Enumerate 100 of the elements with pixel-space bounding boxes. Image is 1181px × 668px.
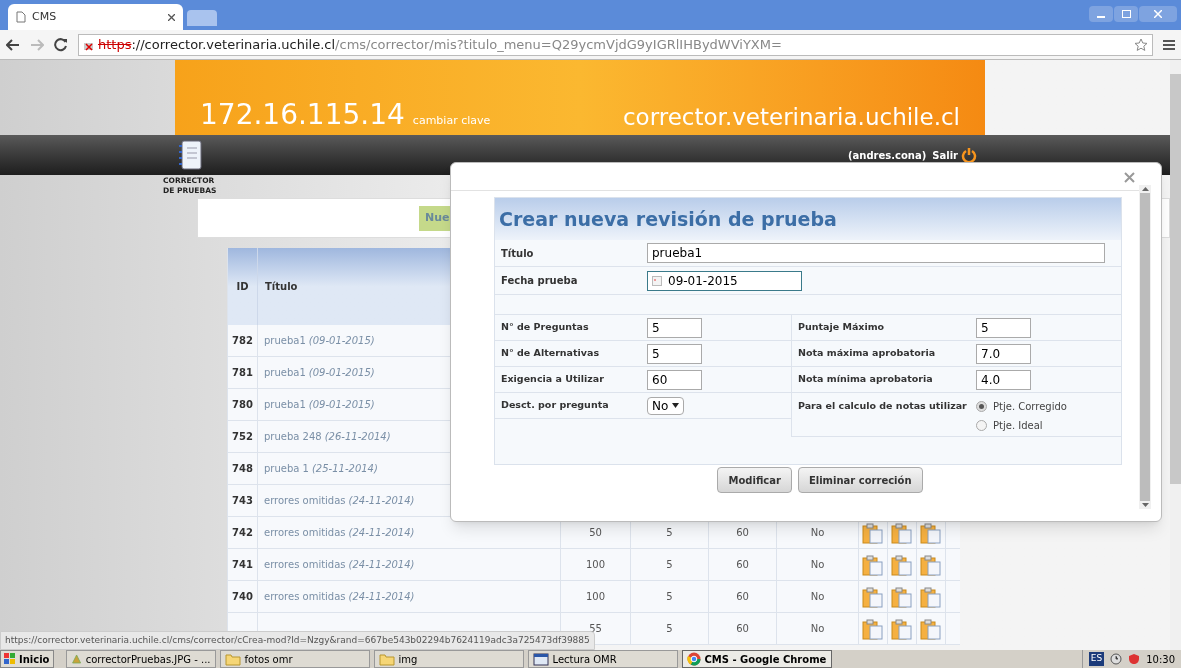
row-id: 748 bbox=[232, 462, 253, 476]
image-file-icon bbox=[70, 652, 82, 666]
server-ip: 172.16.115.14 bbox=[200, 101, 405, 129]
clipboard-icon[interactable] bbox=[891, 553, 913, 576]
start-button[interactable]: Inicio bbox=[0, 650, 54, 668]
taskbar-item[interactable]: Lectura OMR bbox=[527, 650, 678, 668]
browser-tab[interactable]: CMS bbox=[8, 4, 183, 30]
clipboard-icon[interactable] bbox=[862, 585, 884, 608]
table-cell-text: 50 bbox=[589, 526, 602, 540]
text-field[interactable]: 5 bbox=[976, 317, 1031, 338]
test-date: (09-01-2015) bbox=[308, 366, 375, 380]
clipboard-icon[interactable] bbox=[920, 521, 942, 544]
page-scrollbar[interactable] bbox=[1170, 60, 1181, 650]
taskbar-item[interactable]: img bbox=[373, 650, 524, 668]
field-label: N° de Preguntas bbox=[500, 320, 590, 335]
row-id: 782 bbox=[232, 334, 253, 348]
test-date: (24-11-2014) bbox=[348, 526, 415, 540]
field-label: Desct. por pregunta bbox=[500, 398, 610, 413]
row-id: 741 bbox=[232, 558, 253, 572]
forward-arrow-icon[interactable] bbox=[30, 38, 44, 51]
dialog-button[interactable]: Eliminar correción bbox=[797, 467, 923, 493]
folder-icon bbox=[378, 652, 395, 666]
text-field[interactable]: 5 bbox=[647, 317, 702, 338]
user-name: (andres.cona) bbox=[847, 148, 927, 163]
window-icon bbox=[532, 652, 549, 666]
table-cell-text: No bbox=[810, 526, 825, 540]
field-label: Nota mínima aprobatoria bbox=[797, 372, 934, 387]
maximize-button[interactable] bbox=[1114, 6, 1138, 22]
clipboard-icon[interactable] bbox=[920, 585, 942, 608]
dialog-scrollbar[interactable] bbox=[1139, 185, 1151, 509]
row-id: 740 bbox=[232, 590, 253, 604]
test-date: (09-01-2015) bbox=[308, 398, 375, 412]
text-field[interactable]: 60 bbox=[647, 369, 702, 390]
table-cell-text: No bbox=[810, 622, 825, 636]
test-date: (09-01-2015) bbox=[308, 334, 375, 348]
radio-button[interactable] bbox=[976, 420, 987, 431]
dialog-button[interactable]: Modificar bbox=[717, 467, 792, 493]
site-name: corrector.veterinaria.uchile.cl bbox=[622, 106, 960, 129]
table-cell-text: 5 bbox=[666, 590, 673, 604]
text-field[interactable]: prueba1 bbox=[647, 243, 1105, 263]
radio-label: Ptje. Corregido bbox=[993, 400, 1067, 414]
table-cell-text: 60 bbox=[736, 526, 749, 540]
date-field[interactable]: 09-01-2015 bbox=[647, 270, 802, 291]
tab-title: CMS bbox=[32, 8, 58, 25]
test-date: (24-11-2014) bbox=[348, 590, 415, 604]
text-field[interactable]: 7.0 bbox=[976, 343, 1031, 364]
field-label: Para el calculo de notas utilizar bbox=[797, 399, 968, 413]
field-label: Exigencia a Utilizar bbox=[500, 372, 605, 387]
test-date: (26-11-2014) bbox=[324, 430, 391, 444]
row-id: 781 bbox=[232, 366, 253, 380]
clipboard-icon[interactable] bbox=[920, 617, 942, 640]
field-label: N° de Alternativas bbox=[500, 346, 601, 361]
close-icon bbox=[1154, 10, 1162, 18]
clipboard-icon[interactable] bbox=[891, 521, 913, 544]
row-id: 743 bbox=[232, 494, 253, 508]
clock-time: 10:30 bbox=[1146, 652, 1175, 667]
test-date: (24-11-2014) bbox=[348, 558, 415, 572]
reload-icon[interactable] bbox=[54, 37, 68, 52]
table-cell-text: 60 bbox=[736, 622, 749, 636]
clipboard-icon[interactable] bbox=[862, 521, 884, 544]
menu-icon[interactable] bbox=[1163, 39, 1175, 50]
power-icon[interactable] bbox=[961, 147, 977, 163]
table-cell-text: No bbox=[810, 590, 825, 604]
table-cell-text: No bbox=[810, 558, 825, 572]
address-bar[interactable]: https://corrector.veterinaria.uchile.cl/cms/corrector/mis?titulo_menu=Q29ycmVjdG9yIGRlIHBydWViYXM= bbox=[78, 33, 1153, 56]
dropdown[interactable]: No bbox=[647, 396, 685, 415]
dialog-title: Crear nueva revisión de prueba bbox=[495, 198, 1121, 240]
row-id: 780 bbox=[232, 398, 253, 412]
folder-icon bbox=[224, 652, 241, 666]
taskbar-item[interactable]: fotos omr bbox=[219, 650, 370, 668]
close-button[interactable] bbox=[1139, 6, 1177, 22]
test-date: (24-11-2014) bbox=[348, 494, 415, 508]
clipboard-icon[interactable] bbox=[862, 617, 884, 640]
table-cell-text: 5 bbox=[666, 558, 673, 572]
close-icon[interactable] bbox=[168, 13, 175, 21]
text-field[interactable]: 5 bbox=[647, 343, 702, 364]
text-field[interactable]: 4.0 bbox=[976, 369, 1031, 390]
table-cell-text: 100 bbox=[585, 558, 606, 572]
minimize-button[interactable] bbox=[1089, 6, 1113, 22]
field-label: Fecha prueba bbox=[500, 274, 579, 288]
table-cell-text: 60 bbox=[736, 590, 749, 604]
star-icon[interactable] bbox=[1134, 37, 1148, 52]
taskbar-item[interactable]: CMS - Google Chrome bbox=[681, 650, 832, 668]
radio-button[interactable] bbox=[976, 401, 987, 412]
page-icon bbox=[16, 11, 26, 23]
back-arrow-icon[interactable] bbox=[6, 38, 20, 51]
clipboard-icon[interactable] bbox=[862, 553, 884, 576]
taskbar-item[interactable]: correctorPruebas.JPG - ... bbox=[65, 650, 216, 668]
maximize-icon bbox=[1121, 10, 1131, 18]
clock-icon[interactable] bbox=[1110, 653, 1123, 665]
table-cell-text: 100 bbox=[585, 590, 606, 604]
clipboard-icon[interactable] bbox=[891, 617, 913, 640]
clipboard-icon[interactable] bbox=[920, 553, 942, 576]
shield-icon[interactable] bbox=[1128, 653, 1141, 665]
language-indicator[interactable]: ES bbox=[1088, 652, 1105, 666]
caret-down-icon bbox=[672, 403, 680, 408]
field-label: Puntaje Máximo bbox=[797, 320, 886, 335]
logout-link[interactable]: Salir bbox=[932, 147, 958, 163]
clipboard-icon[interactable] bbox=[891, 585, 913, 608]
test-date: (25-11-2014) bbox=[311, 462, 378, 476]
